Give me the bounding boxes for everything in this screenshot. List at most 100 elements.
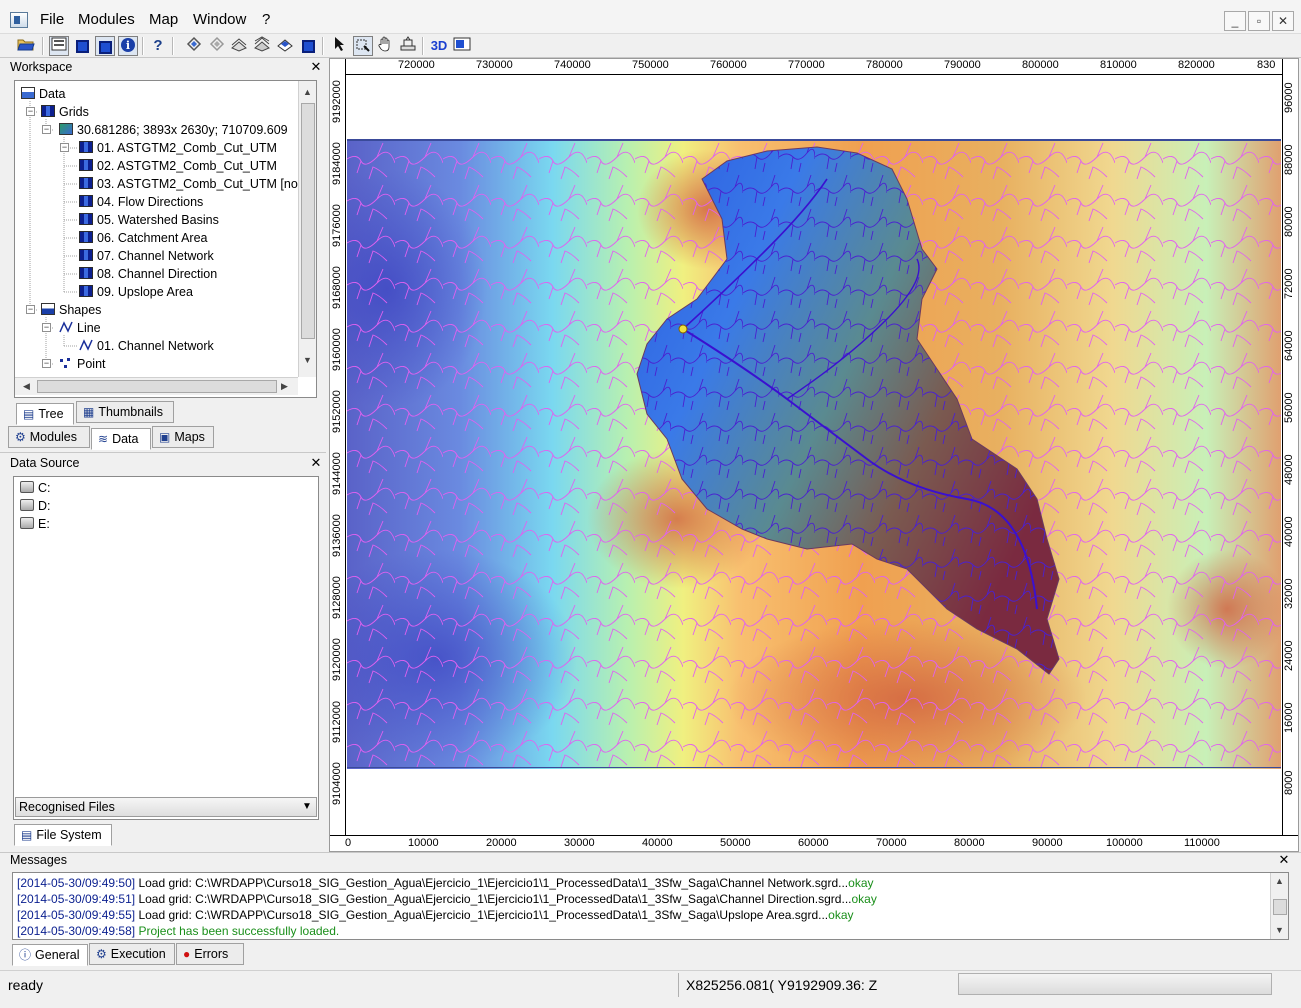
tab-modules[interactable]: ⚙ Modules — [8, 426, 90, 448]
tree-icon: ▤ — [23, 407, 35, 421]
add-layer-icon[interactable] — [184, 36, 204, 56]
tree-grid-item[interactable]: 07. Channel Network — [79, 247, 214, 265]
y-tick-label: 8000 — [1283, 770, 1295, 795]
scroll-up-icon[interactable]: ▲ — [1275, 876, 1284, 886]
print-preview-icon[interactable] — [252, 36, 272, 56]
tree-horizontal-scrollbar[interactable]: ◀ ▶ — [15, 377, 298, 395]
tree-grid-item[interactable]: 05. Watershed Basins — [79, 211, 219, 229]
extent-line — [347, 139, 1281, 141]
data-source-icon[interactable] — [95, 36, 115, 56]
map-view[interactable]: 720000 730000 740000 750000 760000 77000… — [329, 58, 1299, 852]
help-icon[interactable]: ? — [148, 36, 168, 56]
tab-tree[interactable]: ▤ Tree — [16, 403, 74, 425]
tab-file-system[interactable]: ▤ File System — [14, 824, 112, 846]
y-tick-label: 9160000 — [331, 328, 343, 371]
tree-vertical-scrollbar[interactable]: ▲ ▼ — [298, 81, 316, 377]
tree-grid-item[interactable]: 08. Channel Direction — [79, 265, 217, 283]
tree-line-node[interactable]: Line — [59, 319, 101, 337]
app-icon[interactable] — [10, 12, 28, 28]
collapse-icon[interactable]: − — [26, 305, 35, 314]
scroll-thumb[interactable] — [37, 380, 277, 393]
file-filter-value: Recognised Files — [19, 800, 115, 814]
map-icon[interactable] — [298, 36, 318, 56]
scroll-thumb[interactable] — [301, 103, 315, 339]
y-tick-label: 48000 — [1283, 454, 1295, 485]
minimize-button[interactable]: _ — [1224, 11, 1246, 31]
collapse-icon[interactable]: − — [26, 107, 35, 116]
scroll-right-icon[interactable]: ▶ — [281, 381, 288, 392]
tree-grid-item[interactable]: 01. ASTGTM2_Comb_Cut_UTM — [79, 139, 277, 157]
menu-help[interactable]: ? — [262, 11, 270, 28]
scroll-thumb[interactable] — [1273, 899, 1287, 915]
line-icon — [79, 339, 93, 351]
data-source-close-icon[interactable]: ✕ — [309, 456, 323, 470]
object-properties-icon[interactable] — [72, 36, 92, 56]
execution-icon: ⚙ — [96, 947, 107, 961]
scroll-up-icon[interactable]: ▲ — [303, 87, 312, 97]
tree-line-item[interactable]: 01. Channel Network — [79, 337, 214, 355]
close-button[interactable]: ✕ — [1272, 11, 1294, 31]
scroll-down-icon[interactable]: ▼ — [1275, 925, 1284, 935]
layers-icon[interactable] — [275, 36, 295, 56]
message-line: [2014-05-30/09:49:55] Load grid: C:\WRDA… — [17, 908, 854, 922]
tab-maps[interactable]: ▣ Maps — [152, 426, 214, 448]
workspace-close-icon[interactable]: ✕ — [309, 60, 323, 74]
menu-map[interactable]: Map — [149, 11, 178, 28]
tree-grid-item[interactable]: 06. Catchment Area — [79, 229, 207, 247]
pan-icon[interactable] — [375, 36, 395, 56]
scroll-left-icon[interactable]: ◀ — [23, 381, 30, 392]
menu-window[interactable]: Window — [193, 11, 246, 28]
info-icon[interactable]: i — [118, 36, 138, 56]
y-tick-label: 9136000 — [331, 514, 343, 557]
toolbar-separator — [42, 37, 44, 55]
messages-scrollbar[interactable]: ▲ ▼ — [1270, 873, 1288, 939]
tree-grids-node[interactable]: Grids — [41, 103, 89, 121]
grid-icon — [79, 231, 93, 243]
menu-modules[interactable]: Modules — [78, 11, 135, 28]
outlet-point[interactable] — [678, 324, 688, 334]
3d-view-icon[interactable]: 3D — [429, 36, 449, 56]
tree-shapes-node[interactable]: Shapes — [41, 301, 101, 319]
toolbar-separator — [142, 37, 144, 55]
x-tick-label: 10000 — [408, 837, 439, 849]
drive-item[interactable]: E: — [20, 515, 50, 533]
tree-grid-item[interactable]: 09. Upslope Area — [79, 283, 193, 301]
scroll-down-icon[interactable]: ▼ — [303, 355, 312, 365]
open-icon[interactable] — [16, 36, 36, 56]
workspace-icon[interactable] — [49, 36, 69, 56]
layout-icon[interactable] — [452, 36, 472, 56]
y-tick-label: 32000 — [1283, 578, 1295, 609]
messages-close-icon[interactable]: ✕ — [1277, 853, 1291, 867]
grids-icon — [41, 105, 55, 117]
progress-bar — [958, 973, 1272, 995]
svg-text:i: i — [126, 39, 130, 52]
collapse-icon[interactable]: − — [42, 125, 51, 134]
print-icon[interactable] — [229, 36, 249, 56]
zoom-icon[interactable] — [353, 36, 373, 56]
drive-item[interactable]: C: — [20, 479, 51, 497]
tree-point-node[interactable]: Point — [59, 355, 106, 373]
tab-execution[interactable]: ⚙ Execution — [89, 943, 175, 965]
tab-general[interactable]: ⓘ General — [12, 944, 88, 966]
collapse-icon[interactable]: − — [60, 143, 69, 152]
tree-grid-item[interactable]: 02. ASTGTM2_Comb_Cut_UTM — [79, 157, 277, 175]
tree-data-node[interactable]: Data — [21, 85, 65, 103]
menu-file[interactable]: File — [40, 11, 64, 28]
select-icon[interactable] — [330, 36, 350, 56]
tab-data[interactable]: ≋ Data — [91, 428, 151, 450]
tree-grid-item[interactable]: 03. ASTGTM2_Comb_Cut_UTM [no — [79, 175, 298, 193]
distance-icon[interactable] — [398, 36, 418, 56]
file-filter-select[interactable]: Recognised Files ▼ — [15, 797, 317, 817]
tab-errors[interactable]: ● Errors — [176, 943, 244, 965]
tree-grid-item[interactable]: 04. Flow Directions — [79, 193, 203, 211]
collapse-icon[interactable]: − — [42, 359, 51, 368]
tab-thumbnails[interactable]: ▦ Thumbnails — [76, 401, 174, 423]
restore-button[interactable]: ▫ — [1248, 11, 1270, 31]
drive-item[interactable]: D: — [20, 497, 51, 515]
data-icon — [21, 87, 35, 99]
collapse-icon[interactable]: − — [42, 323, 51, 332]
tree-grid-system-node[interactable]: 30.681286; 3893x 2630y; 710709.609 — [59, 121, 288, 139]
remove-layer-icon[interactable] — [207, 36, 227, 56]
x-tick-label: 70000 — [876, 837, 907, 849]
x-tick-label: 830 — [1257, 59, 1276, 71]
